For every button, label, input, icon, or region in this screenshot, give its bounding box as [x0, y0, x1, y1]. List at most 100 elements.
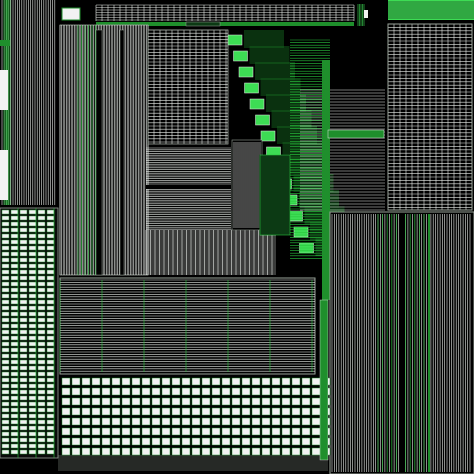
array-cell — [37, 287, 46, 293]
array-cell — [1, 377, 10, 383]
bottom-array-cell — [201, 437, 211, 446]
array-cell — [46, 383, 55, 389]
bottom-array-cell — [271, 437, 281, 446]
bottom-array-cell — [211, 407, 221, 416]
array-cell — [10, 215, 19, 221]
array-cell — [19, 281, 28, 287]
staircase-wires — [271, 110, 312, 128]
array-cell — [37, 257, 46, 263]
array-cell — [19, 353, 28, 359]
bottom-array-cell — [301, 417, 311, 426]
bottom-array-cell — [121, 427, 131, 436]
bottom-array-cell — [121, 407, 131, 416]
array-cell — [37, 377, 46, 383]
array-cell — [1, 227, 10, 233]
bottom-array-cell — [71, 407, 81, 416]
array-cell — [46, 263, 55, 269]
bottom-array-cell — [271, 417, 281, 426]
array-cell — [19, 347, 28, 353]
bottom-array-cell — [271, 387, 281, 396]
array-cell — [1, 263, 10, 269]
bottom-array-cell — [101, 387, 111, 396]
chip-layout-drawing — [0, 0, 474, 474]
array-cell — [10, 377, 19, 383]
bottom-array-cell — [161, 417, 171, 426]
bottom-array-cell — [291, 377, 301, 386]
bottom-array-cell — [261, 417, 271, 426]
array-cell — [1, 347, 10, 353]
array-cell — [46, 233, 55, 239]
bottom-array-cell — [141, 427, 151, 436]
array-cell — [19, 377, 28, 383]
bottom-array-cell — [161, 387, 171, 396]
array-cell — [28, 443, 37, 449]
array-cell — [1, 245, 10, 251]
array-cell — [46, 287, 55, 293]
array-cell — [1, 293, 10, 299]
bottom-array-cell — [301, 387, 311, 396]
array-cell — [28, 251, 37, 257]
array-cell — [19, 287, 28, 293]
array-cell — [19, 257, 28, 263]
array-cell — [10, 371, 19, 377]
array-cell — [1, 365, 10, 371]
array-cell — [28, 425, 37, 431]
array-cell — [46, 227, 55, 233]
bottom-array-cell — [91, 407, 101, 416]
bottom-array-cell — [111, 427, 121, 436]
bottom-array-cell — [291, 407, 301, 416]
bottom-array-cell — [221, 377, 231, 386]
array-cell — [10, 425, 19, 431]
bottom-array-cell — [61, 377, 71, 386]
array-cell — [10, 227, 19, 233]
array-cell — [10, 281, 19, 287]
bottom-array-cell — [191, 427, 201, 436]
array-cell — [46, 389, 55, 395]
bottom-array-cell — [251, 417, 261, 426]
bottom-array-cell — [301, 407, 311, 416]
array-cell — [37, 431, 46, 437]
bottom-array-cell — [261, 377, 271, 386]
top-pad-block — [61, 7, 81, 21]
bottom-array-cell — [161, 397, 171, 406]
bottom-array-cell — [211, 377, 221, 386]
bottom-array-cell — [251, 397, 261, 406]
array-cell — [37, 347, 46, 353]
array-cell — [19, 317, 28, 323]
array-cell — [28, 215, 37, 221]
array-cell — [10, 305, 19, 311]
bottom-array-cell — [91, 427, 101, 436]
bottom-array-cell — [301, 377, 311, 386]
array-cell — [37, 293, 46, 299]
bottom-array-cell — [161, 447, 171, 456]
left-cell-block — [0, 150, 8, 200]
array-cell — [28, 407, 37, 413]
array-cell — [10, 263, 19, 269]
bottom-array-cell — [71, 437, 81, 446]
array-cell — [28, 233, 37, 239]
bottom-array-cell — [111, 377, 121, 386]
bottom-array-cell — [171, 427, 181, 436]
array-cell — [10, 431, 19, 437]
column-block — [59, 24, 149, 276]
staircase-wires — [249, 46, 290, 64]
array-cell — [46, 209, 55, 215]
wire-bundle-white — [300, 89, 385, 211]
array-cell — [28, 317, 37, 323]
bottom-array-cell — [231, 437, 241, 446]
array-cell — [37, 395, 46, 401]
left-cell-block — [0, 70, 8, 110]
lower-mid-grid — [146, 229, 276, 275]
array-cell — [1, 329, 10, 335]
array-cell — [10, 239, 19, 245]
bottom-array-cell — [301, 397, 311, 406]
bottom-array-cell — [111, 397, 121, 406]
bottom-array-cell — [151, 397, 161, 406]
array-cell — [28, 341, 37, 347]
right-column-gap — [400, 214, 404, 472]
bottom-array-cell — [181, 407, 191, 416]
bottom-array-cell — [61, 417, 71, 426]
bottom-array-cell — [171, 397, 181, 406]
bottom-array-cell — [291, 417, 301, 426]
array-cell — [10, 323, 19, 329]
